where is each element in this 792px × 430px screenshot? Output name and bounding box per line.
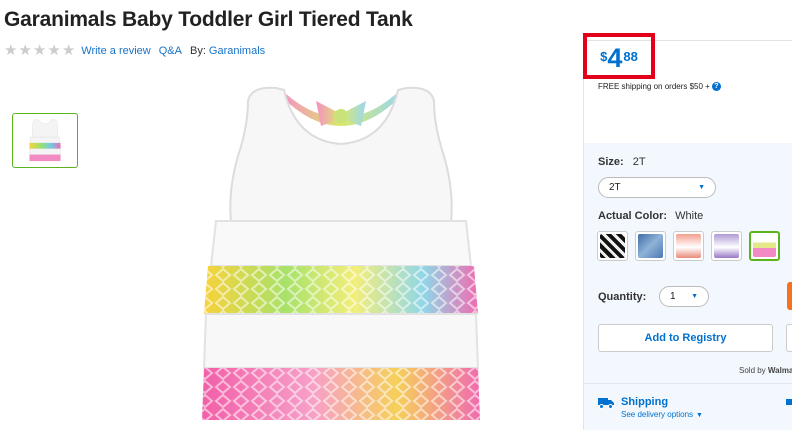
delivery-options-text: See delivery options [621,410,694,419]
color-label-row: Actual Color: White [598,210,703,222]
star-icon: ★ [4,42,18,59]
size-select-value: 2T [609,182,621,193]
shipping-option[interactable]: Shipping See delivery options ▼ [598,396,703,419]
color-label: Actual Color: [598,210,668,222]
swatch-fill [600,234,625,258]
swatch-fill [676,234,701,258]
shipping-text: Shipping See delivery options ▼ [621,396,703,419]
color-swatch[interactable] [635,231,666,261]
color-swatch[interactable] [673,231,704,261]
swatch-fill [714,234,739,258]
price-cents: 88 [623,49,638,64]
rating-row: ★ ★ ★ ★ ★ Write a review Q&A By: Garanima… [4,42,273,59]
delivery-options-link[interactable]: See delivery options ▼ [621,410,703,419]
qa-link[interactable]: Q&A [159,45,182,57]
add-to-registry-button[interactable]: Add to Registry [598,324,773,352]
size-label-row: Size: 2T [598,156,646,168]
sold-by-prefix: Sold by [739,366,766,375]
add-to-cart-button-edge[interactable] [787,282,792,310]
store-icon-edge [786,399,792,405]
write-review-link[interactable]: Write a review [81,45,150,57]
color-swatch[interactable] [597,231,628,261]
product-main-image [202,86,480,420]
free-shipping-note: FREE shipping on orders $50 + ? [598,82,721,91]
color-value: White [675,210,704,222]
price-whole: 4 [607,43,623,73]
shipping-title: Shipping [621,396,669,408]
by-label: By: [189,45,206,57]
quantity-label: Quantity: [598,291,647,303]
swatch-fill [638,234,663,258]
star-icon: ★ [32,42,47,59]
quantity-select[interactable]: 1 ▼ [659,286,709,307]
star-icon: ★ [47,42,61,59]
star-icon: ★ [18,42,32,59]
seller-name: Walma [767,366,792,375]
chevron-down-icon: ▼ [696,412,703,419]
quantity-label-row: Quantity: [598,291,646,303]
size-select[interactable]: 2T ▼ [598,177,716,198]
truck-icon [598,398,614,409]
price-currency: $ [600,49,608,64]
size-label: Size: [598,156,624,168]
secondary-button-edge[interactable] [786,324,792,352]
quantity-select-value: 1 [670,291,676,302]
free-shipping-text: FREE shipping on orders $50 + [598,82,710,91]
divider [583,383,792,384]
brand-byline: By: Garanimals [190,45,273,57]
color-swatches [597,231,780,261]
product-thumbnail[interactable] [12,113,78,168]
help-icon[interactable]: ? [711,82,721,91]
chevron-down-icon: ▼ [698,184,705,191]
swatch-fill [753,235,776,257]
brand-link[interactable]: Garanimals [209,45,265,57]
size-value: 2T [632,156,646,168]
chevron-down-icon: ▼ [691,293,698,300]
sold-by: Sold by Walma [739,366,792,375]
price-display: $ 4 88 [583,33,655,79]
tank-top-thumbnail-image [29,118,61,161]
product-title: Garanimals Baby Toddler Girl Tiered Tank [4,8,413,31]
star-rating[interactable]: ★ ★ ★ ★ ★ [4,42,76,59]
star-icon: ★ [61,42,76,59]
color-swatch-selected[interactable] [749,231,780,261]
color-swatch[interactable] [711,231,742,261]
